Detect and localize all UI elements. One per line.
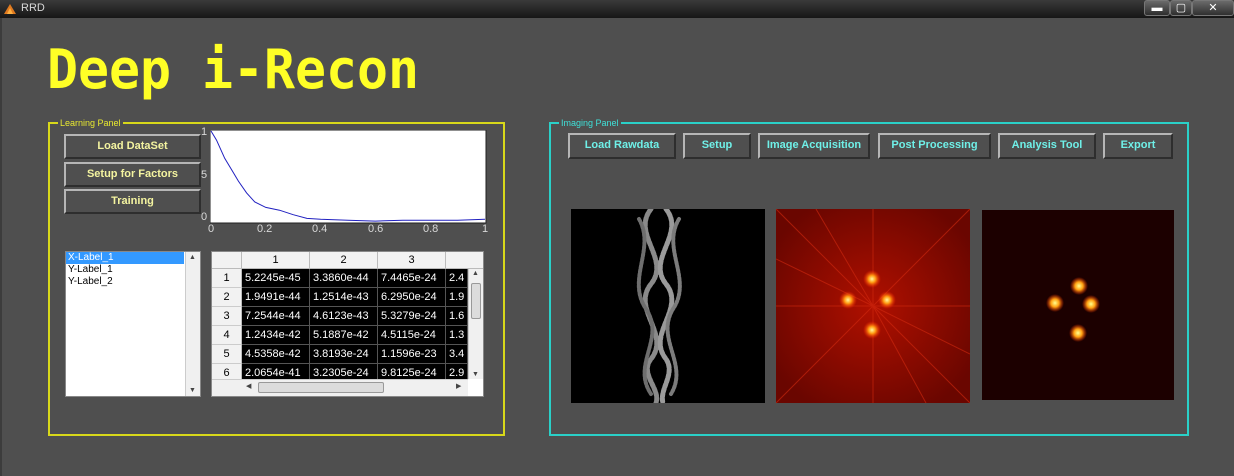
learning-panel: Learning Panel Load DataSet Setup for Fa… [48, 116, 505, 436]
training-button[interactable]: Training [64, 189, 201, 214]
table-cell[interactable]: 3.4 [446, 345, 468, 364]
table-cell[interactable]: 1.1596e-23 [378, 345, 446, 364]
table-cell[interactable]: 4.5115e-24 [378, 326, 446, 345]
table-cell[interactable]: 2.4 [446, 269, 468, 288]
listbox-scrollbar[interactable]: ▲ ▼ [185, 252, 200, 396]
training-curve-plot [210, 130, 487, 224]
app-title: Deep i-Recon [47, 38, 419, 101]
table-cell[interactable]: 1.6 [446, 307, 468, 326]
data-table[interactable]: 1 2 3 1 5.2245e-45 3.3860e-44 7.4465e-24… [211, 251, 484, 397]
scroll-up-icon[interactable]: ▲ [472, 270, 479, 277]
x-tick-label: 1 [482, 223, 489, 235]
table-cell[interactable]: 1.3 [446, 326, 468, 345]
row-header[interactable]: 1 [212, 269, 242, 288]
sinogram-image [571, 209, 765, 403]
learning-panel-legend: Learning Panel [58, 116, 123, 130]
setup-factors-button[interactable]: Setup for Factors [64, 162, 201, 187]
scroll-right-icon[interactable]: ▶ [456, 382, 461, 390]
load-rawdata-button[interactable]: Load Rawdata [568, 133, 676, 159]
table-cell[interactable]: 1.9491e-44 [242, 288, 310, 307]
image-acquisition-button[interactable]: Image Acquisition [758, 133, 870, 159]
x-tick-label: 0.6 [368, 223, 384, 235]
table-cell[interactable]: 4.5358e-42 [242, 345, 310, 364]
x-tick-label: 0.2 [257, 223, 273, 235]
app-title-text: Deep i-Recon [47, 38, 419, 101]
scroll-down-icon[interactable]: ▼ [472, 371, 479, 378]
imaging-panel: Imaging Panel Load Rawdata Setup Image A… [549, 116, 1189, 436]
window-title: RRD [21, 2, 45, 14]
imaging-panel-legend: Imaging Panel [559, 116, 621, 130]
table-cell[interactable]: 6.2950e-24 [378, 288, 446, 307]
table-cell[interactable]: 5.2245e-45 [242, 269, 310, 288]
column-header[interactable]: 3 [378, 252, 446, 269]
x-tick-label: 0.8 [423, 223, 439, 235]
list-item[interactable]: Y-Label_1 [66, 264, 184, 276]
export-button[interactable]: Export [1103, 133, 1173, 159]
matlab-app-icon [4, 4, 16, 14]
scroll-thumb[interactable] [471, 283, 481, 319]
row-header[interactable]: 3 [212, 307, 242, 326]
row-header[interactable]: 2 [212, 288, 242, 307]
table-cell[interactable]: 7.2544e-44 [242, 307, 310, 326]
y-tick-label: 0 [201, 211, 208, 223]
scroll-up-icon[interactable]: ▲ [189, 254, 196, 261]
y-tick-label: 5 [201, 169, 208, 181]
table-cell[interactable]: 1.9 [446, 288, 468, 307]
scroll-down-icon[interactable]: ▼ [189, 387, 196, 394]
row-header[interactable]: 4 [212, 326, 242, 345]
table-cell[interactable]: 3.3860e-44 [310, 269, 378, 288]
table-cell[interactable]: 3.8193e-24 [310, 345, 378, 364]
window-titlebar: RRD ▬ ▢ ✕ [0, 0, 1234, 18]
load-dataset-button[interactable]: Load DataSet [64, 134, 201, 159]
table-cell[interactable]: 5.1887e-42 [310, 326, 378, 345]
column-header[interactable]: 1 [242, 252, 310, 269]
list-item[interactable]: X-Label_1 [66, 252, 184, 264]
table-cell[interactable]: 7.4465e-24 [378, 269, 446, 288]
maximize-button[interactable]: ▢ [1170, 0, 1192, 16]
table-vertical-scrollbar[interactable]: ▲ ▼ [468, 269, 483, 379]
window-left-border [0, 18, 2, 476]
row-header[interactable]: 5 [212, 345, 242, 364]
close-button[interactable]: ✕ [1192, 0, 1234, 16]
post-processed-image [982, 210, 1174, 400]
table-cell[interactable]: 4.6123e-43 [310, 307, 378, 326]
column-header-overflow [446, 252, 483, 269]
x-tick-label: 0.4 [312, 223, 328, 235]
setup-button[interactable]: Setup [683, 133, 751, 159]
table-horizontal-scrollbar[interactable]: ◀ ▶ [212, 379, 468, 396]
table-corner [212, 252, 242, 269]
x-tick-label: 0 [208, 223, 215, 235]
table-cell[interactable]: 1.2514e-43 [310, 288, 378, 307]
post-processing-button[interactable]: Post Processing [878, 133, 991, 159]
scroll-thumb[interactable] [258, 382, 384, 393]
table-cell[interactable]: 1.2434e-42 [242, 326, 310, 345]
minimize-button[interactable]: ▬ [1144, 0, 1170, 16]
analysis-tool-button[interactable]: Analysis Tool [998, 133, 1096, 159]
reconstruction-image [776, 209, 970, 403]
scroll-left-icon[interactable]: ◀ [246, 382, 251, 390]
list-item[interactable]: Y-Label_2 [66, 276, 184, 288]
table-cell[interactable]: 5.3279e-24 [378, 307, 446, 326]
column-header[interactable]: 2 [310, 252, 378, 269]
y-tick-label: 1 [201, 126, 208, 138]
label-listbox[interactable]: X-Label_1 Y-Label_1 Y-Label_2 ▲ ▼ [65, 251, 201, 397]
